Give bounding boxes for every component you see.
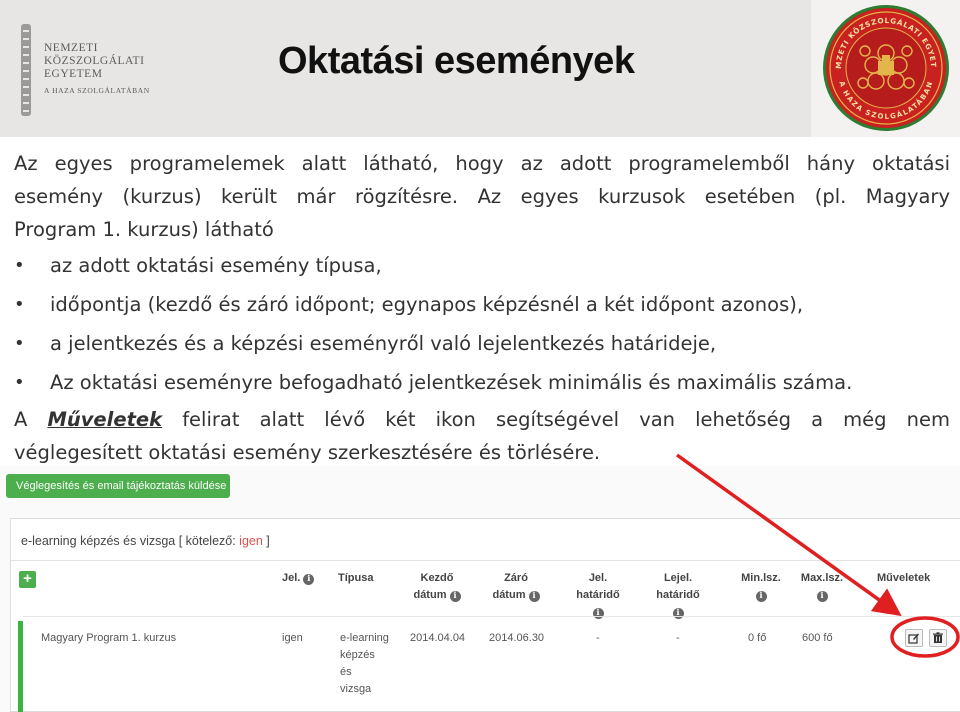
logo-wordmark: NEMZETI KÖZSZOLGÁLATI EGYETEM A HAZA SZO… bbox=[44, 42, 150, 95]
info-icon: i bbox=[592, 608, 604, 619]
bullet-item: a jelentkezés és a képzési eseményről va… bbox=[14, 324, 954, 363]
col-header-min: Min.lsz. i bbox=[741, 572, 781, 602]
actions-line-2: véglegesített oktatási esemény szerkeszt… bbox=[14, 441, 601, 464]
logo-ornament-icon bbox=[21, 24, 31, 116]
cell-jel: igen bbox=[282, 632, 303, 644]
university-seal: NEMZETI KÖZSZOLGÁLATI EGYETEM A HAZA SZO… bbox=[821, 3, 949, 131]
info-icon: i bbox=[528, 591, 540, 602]
course-panel: e-learning képzés és vizsga [ kötelező: … bbox=[10, 518, 960, 712]
trash-icon bbox=[933, 632, 943, 643]
col-header-zaro: Záró dátum i bbox=[491, 570, 541, 604]
info-icon: i bbox=[755, 591, 767, 602]
row-divider bbox=[23, 616, 960, 617]
intro-line-3: Program 1. kurzus) látható bbox=[14, 218, 274, 241]
bullet-item: időpontja (kezdő és záró időpont; egynap… bbox=[14, 285, 954, 324]
actions-paragraph: A Műveletek felirat alatt lévő két ikon … bbox=[14, 403, 950, 469]
intro-line-2: esemény (kurzus) került már rögzítésre. … bbox=[14, 185, 950, 208]
actions-line-1: A Műveletek felirat alatt lévő két ikon … bbox=[14, 408, 950, 431]
col-header-jel-hatarido: Jel. határidő i bbox=[576, 572, 620, 619]
intro-paragraph: Az egyes programelemek alatt látható, ho… bbox=[14, 147, 950, 246]
university-logo: NEMZETI KÖZSZOLGÁLATI EGYETEM A HAZA SZO… bbox=[18, 20, 158, 116]
col-header-tipusa: Típusa bbox=[338, 572, 374, 584]
header-band: NEMZETI KÖZSZOLGÁLATI EGYETEM A HAZA SZO… bbox=[0, 0, 960, 137]
info-icon: i bbox=[303, 574, 315, 585]
cell-course-name[interactable]: Magyary Program 1. kurzus bbox=[41, 630, 176, 647]
panel-title: e-learning képzés és vizsga [ kötelező: … bbox=[21, 534, 270, 548]
edit-button[interactable] bbox=[905, 629, 923, 647]
edit-icon bbox=[908, 633, 919, 644]
cell-max: 600 fő bbox=[802, 632, 833, 644]
info-icon: i bbox=[672, 608, 684, 619]
bullet-item: az adott oktatási esemény típusa, bbox=[14, 246, 954, 285]
cell-tipus: e-learning képzés és vizsga bbox=[340, 632, 389, 695]
add-event-button[interactable]: + bbox=[19, 571, 36, 588]
cell-kezdo: 2014.04.04 bbox=[410, 632, 466, 644]
info-bullet-list: az adott oktatási esemény típusa, időpon… bbox=[14, 246, 954, 402]
info-icon: i bbox=[449, 591, 461, 602]
col-header-max: Max.lsz. i bbox=[800, 572, 844, 602]
row-status-bar bbox=[18, 621, 23, 712]
bullet-item: Az oktatási eseményre befogadható jelent… bbox=[14, 363, 954, 402]
col-header-muveletek: Műveletek bbox=[877, 572, 931, 584]
cell-min: 0 fő bbox=[748, 632, 767, 644]
page-title: Oktatási események bbox=[278, 40, 635, 82]
cell-jel-hatarido: - bbox=[596, 632, 600, 644]
required-value: igen bbox=[239, 534, 263, 548]
finalize-email-button[interactable]: Véglegesítés és email tájékoztatás küldé… bbox=[6, 474, 230, 498]
col-header-jel: Jel. i bbox=[282, 570, 315, 587]
embedded-screenshot: Véglegesítés és email tájékoztatás küldé… bbox=[0, 466, 960, 712]
cell-zaro: 2014.06.30 bbox=[489, 632, 545, 644]
delete-button[interactable] bbox=[929, 629, 947, 647]
intro-line-1: Az egyes programelemek alatt látható, ho… bbox=[14, 152, 950, 175]
muveletek-emphasis: Műveletek bbox=[47, 408, 163, 431]
col-header-kezdo: Kezdő dátum i bbox=[412, 570, 462, 604]
info-icon: i bbox=[816, 591, 828, 602]
col-header-lejel-hatarido: Lejel. határidő i bbox=[656, 572, 700, 619]
seal-container: NEMZETI KÖZSZOLGÁLATI EGYETEM A HAZA SZO… bbox=[811, 0, 960, 137]
panel-header: e-learning képzés és vizsga [ kötelező: … bbox=[11, 519, 960, 561]
cell-lejel-hatarido: - bbox=[676, 632, 680, 644]
